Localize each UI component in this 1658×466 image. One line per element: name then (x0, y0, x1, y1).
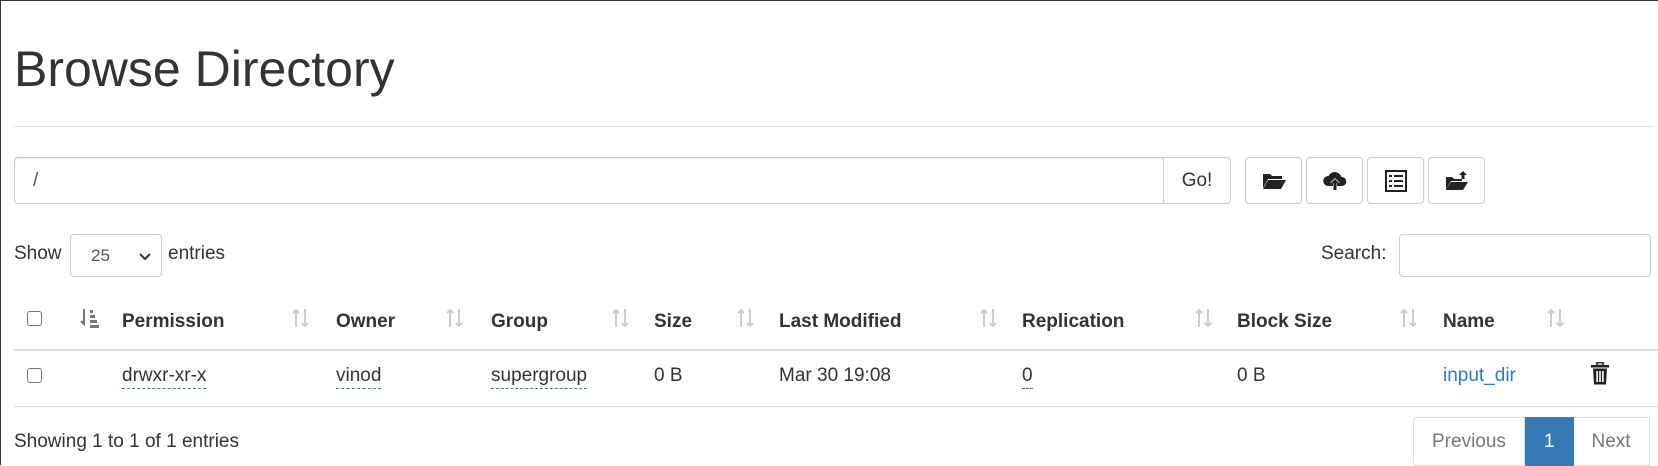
cell-block-size: 0 B (1237, 365, 1266, 386)
create-directory-button[interactable] (1245, 157, 1302, 204)
path-input[interactable] (14, 157, 1163, 204)
entries-select[interactable]: 25 (70, 234, 162, 277)
previous-button[interactable]: Previous (1413, 417, 1525, 466)
path-bar: Go! (14, 157, 1231, 204)
page-1-button[interactable]: 1 (1524, 417, 1574, 466)
entries-value: 25 (91, 245, 110, 265)
sort-icon[interactable] (445, 307, 465, 329)
upload-button[interactable] (1306, 157, 1363, 204)
column-header-name[interactable]: Name (1443, 311, 1495, 333)
column-header-owner[interactable]: Owner (336, 311, 395, 333)
column-header-block-size[interactable]: Block Size (1237, 311, 1332, 333)
column-header-replication[interactable]: Replication (1022, 311, 1124, 333)
column-header-permission[interactable]: Permission (122, 311, 224, 333)
next-button[interactable]: Next (1573, 417, 1650, 466)
trash-icon[interactable] (1590, 362, 1610, 386)
sort-icon[interactable] (1399, 307, 1419, 329)
cell-permission[interactable]: drwxr-xr-x (122, 365, 207, 389)
cell-last-modified: Mar 30 19:08 (779, 365, 891, 386)
column-header-last-modified[interactable]: Last Modified (779, 311, 901, 333)
column-header-size[interactable]: Size (654, 311, 692, 333)
sort-icon[interactable] (979, 307, 999, 329)
column-header-group[interactable]: Group (491, 311, 548, 333)
cloud-upload-icon (1322, 171, 1346, 190)
cell-name-link[interactable]: input_dir (1443, 365, 1516, 387)
folder-open-icon (1262, 173, 1286, 189)
cell-replication[interactable]: 0 (1022, 365, 1033, 389)
cut-paste-button[interactable] (1367, 157, 1424, 204)
folder-move-icon (1445, 170, 1468, 190)
row-checkbox[interactable] (27, 368, 42, 383)
entries-label: entries (168, 243, 226, 264)
sort-asc-icon[interactable] (79, 307, 101, 329)
sort-icon[interactable] (291, 307, 311, 329)
page-title: Browse Directory (14, 41, 395, 97)
sort-icon[interactable] (611, 307, 631, 329)
table-header-divider (14, 349, 1658, 351)
sort-icon[interactable] (736, 307, 756, 329)
list-alt-icon (1384, 169, 1407, 192)
sort-icon[interactable] (1546, 307, 1566, 329)
cell-owner[interactable]: vinod (336, 365, 382, 389)
move-button[interactable] (1428, 157, 1485, 204)
go-button[interactable]: Go! (1163, 157, 1231, 204)
table-info: Showing 1 to 1 of 1 entries (14, 431, 239, 452)
search-label: Search: (1321, 243, 1387, 264)
title-divider (14, 126, 1654, 127)
pagination: Previous 1 Next (1413, 417, 1650, 466)
sort-icon[interactable] (1194, 307, 1214, 329)
table-row-divider (14, 406, 1658, 407)
chevron-down-icon (139, 253, 151, 261)
cell-size: 0 B (654, 365, 683, 386)
select-all-checkbox[interactable] (27, 311, 42, 326)
show-label: Show (14, 243, 62, 264)
search-input[interactable] (1399, 234, 1651, 277)
cell-group[interactable]: supergroup (491, 365, 588, 389)
